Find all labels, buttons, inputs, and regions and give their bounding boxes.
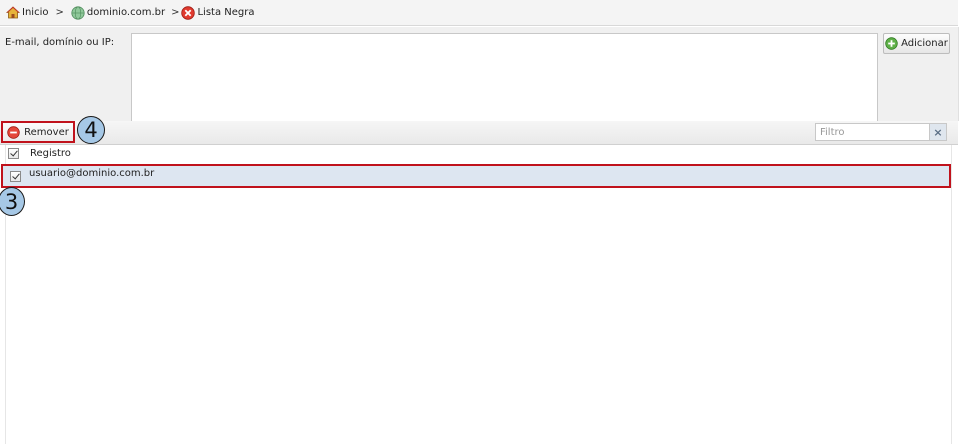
- clear-filter-icon[interactable]: ×: [929, 124, 946, 140]
- list-header: Registro: [6, 145, 951, 162]
- add-button-label: Adicionar: [901, 38, 948, 49]
- column-header-registro: Registro: [30, 148, 71, 159]
- breadcrumb-blacklist-label: Lista Negra: [197, 7, 255, 18]
- list-toolbar: Remover 4 ×: [0, 116, 958, 145]
- breadcrumb-domain-label: dominio.com.br: [86, 7, 166, 18]
- entry-textarea[interactable]: [131, 33, 878, 121]
- select-all-checkbox[interactable]: [8, 148, 19, 159]
- filter-box: ×: [815, 123, 947, 141]
- callout-marker-remove: 4: [77, 116, 105, 144]
- remove-button-label: Remover: [24, 126, 69, 138]
- breadcrumb: Inicio > dominio.com.br > Lista Negra: [0, 0, 958, 26]
- breadcrumb-separator: >: [55, 7, 64, 18]
- breadcrumb-home[interactable]: Inicio: [6, 6, 48, 19]
- entry-label: E-mail, domínio ou IP:: [5, 37, 115, 48]
- entry-form: E-mail, domínio ou IP: Adicionar: [0, 27, 959, 121]
- home-icon: [6, 6, 20, 19]
- remove-button[interactable]: Remover: [1, 121, 75, 143]
- list-row[interactable]: usuario@dominio.com.br: [1, 164, 951, 188]
- row-checkbox[interactable]: [10, 170, 21, 182]
- breadcrumb-blacklist[interactable]: Lista Negra: [181, 6, 255, 20]
- records-list: Registro usuario@dominio.com.br: [1, 145, 952, 444]
- minus-icon: [7, 125, 20, 139]
- plus-icon: [885, 37, 898, 50]
- filter-input[interactable]: [816, 124, 934, 140]
- add-button[interactable]: Adicionar: [883, 33, 950, 54]
- globe-icon: [71, 6, 85, 20]
- row-value: usuario@dominio.com.br: [29, 168, 155, 179]
- blocked-icon: [181, 6, 196, 20]
- breadcrumb-separator: >: [171, 7, 180, 18]
- breadcrumb-domain[interactable]: dominio.com.br: [71, 6, 166, 20]
- breadcrumb-home-label: Inicio: [22, 7, 49, 18]
